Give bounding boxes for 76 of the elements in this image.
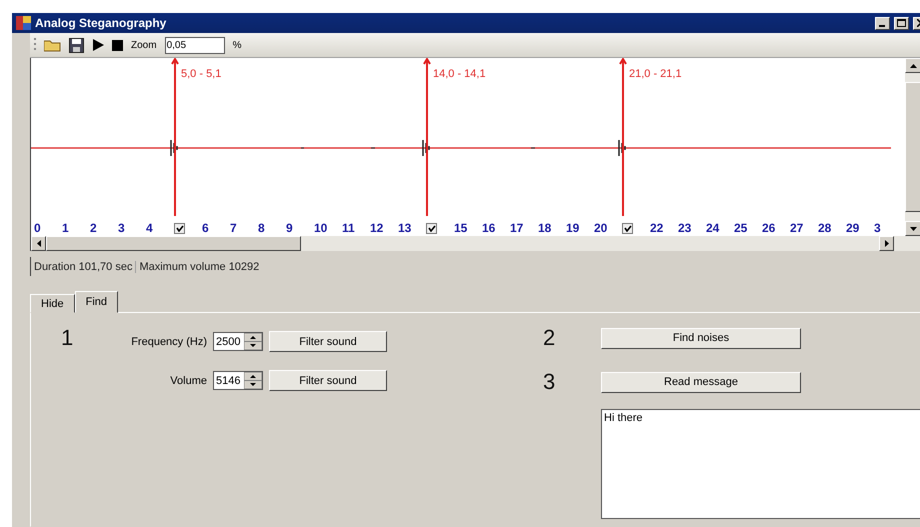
time-tick: 11 — [342, 221, 355, 235]
step-number: 3 — [543, 369, 556, 395]
number-spinner[interactable]: 2500 — [213, 332, 263, 351]
maximize-button[interactable] — [894, 16, 909, 30]
action-button[interactable]: Find noises — [601, 328, 801, 348]
play-icon[interactable] — [92, 39, 104, 51]
marker-checkbox[interactable] — [174, 222, 185, 234]
time-tick: 15 — [454, 221, 468, 235]
marker-line[interactable] — [171, 58, 179, 216]
number-spinner[interactable]: 5146 — [213, 371, 263, 390]
time-tick: 13 — [398, 221, 412, 235]
time-tick: 16 — [482, 221, 496, 235]
step-number: 1 — [61, 325, 74, 352]
spinner-arrows-icon[interactable] — [244, 333, 262, 350]
field-label: Volume — [169, 374, 207, 386]
marker-checkbox[interactable] — [426, 222, 437, 234]
step-number: 2 — [543, 325, 556, 351]
time-tick: 3 — [118, 221, 125, 235]
time-tick: 7 — [230, 221, 237, 235]
marker-label: 5,0 - 5,1 — [181, 68, 222, 80]
time-tick: 23 — [678, 221, 692, 235]
tab[interactable]: Find — [74, 291, 118, 313]
window-title: Analog Steganography — [35, 16, 168, 30]
time-tick: 29 — [846, 221, 860, 235]
status-text: Duration 101,70 sec — [31, 260, 136, 272]
app-icon — [16, 16, 31, 30]
time-tick: 17 — [510, 221, 524, 235]
time-tick: 8 — [258, 221, 265, 235]
check-icon — [176, 224, 184, 232]
time-tick: 4 — [146, 221, 153, 235]
filter-button[interactable]: Filter sound — [269, 370, 387, 391]
check-icon — [428, 224, 436, 232]
percent-label: % — [232, 40, 242, 50]
time-tick: 25 — [734, 221, 748, 235]
action-button[interactable]: Read message — [601, 372, 801, 392]
maximize-icon — [897, 19, 906, 27]
time-tick: 27 — [790, 221, 804, 235]
save-icon[interactable] — [69, 38, 84, 52]
time-tick: 26 — [762, 221, 776, 235]
time-tick: 10 — [314, 221, 328, 235]
zoom-field[interactable]: 0,05 — [164, 36, 225, 54]
up-arrow-icon[interactable] — [910, 64, 917, 68]
time-tick: 0 — [34, 221, 41, 235]
filter-button[interactable]: Filter sound — [269, 331, 387, 352]
marker-line[interactable] — [619, 58, 627, 216]
zoom-label: Zoom — [131, 40, 157, 50]
folder-icon[interactable] — [44, 38, 61, 52]
minimize-button[interactable] — [875, 16, 890, 30]
time-tick: 3 — [874, 221, 881, 235]
time-tick: 18 — [538, 221, 552, 235]
right-arrow-icon[interactable] — [884, 240, 888, 247]
vertical-scrollbar[interactable] — [905, 58, 920, 236]
time-tick: 2 — [90, 221, 97, 235]
message-box[interactable]: Hi there — [601, 409, 920, 519]
time-tick: 9 — [286, 221, 293, 235]
check-icon — [624, 224, 632, 232]
tab[interactable]: Hide — [30, 294, 75, 313]
time-tick: 22 — [650, 221, 664, 235]
time-tick: 24 — [706, 221, 720, 235]
spinner-arrows-icon[interactable] — [244, 372, 262, 389]
down-arrow-icon[interactable] — [910, 226, 917, 230]
field-label: Frequency (Hz) — [130, 336, 207, 348]
marker-label: 21,0 - 21,1 — [629, 68, 682, 80]
left-arrow-icon[interactable] — [36, 240, 40, 247]
time-tick: 20 — [594, 221, 608, 235]
time-tick: 6 — [202, 221, 209, 235]
stop-icon[interactable] — [112, 40, 123, 50]
marker-label: 14,0 - 14,1 — [433, 68, 486, 80]
time-tick: 1 — [62, 221, 69, 235]
time-tick: 28 — [818, 221, 832, 235]
marker-line[interactable] — [423, 58, 431, 216]
status-text: Maximum volume 10292 — [138, 260, 260, 272]
horizontal-scrollbar[interactable] — [30, 236, 920, 251]
time-tick: 12 — [370, 221, 384, 235]
time-tick: 19 — [566, 221, 580, 235]
marker-checkbox[interactable] — [622, 222, 633, 234]
